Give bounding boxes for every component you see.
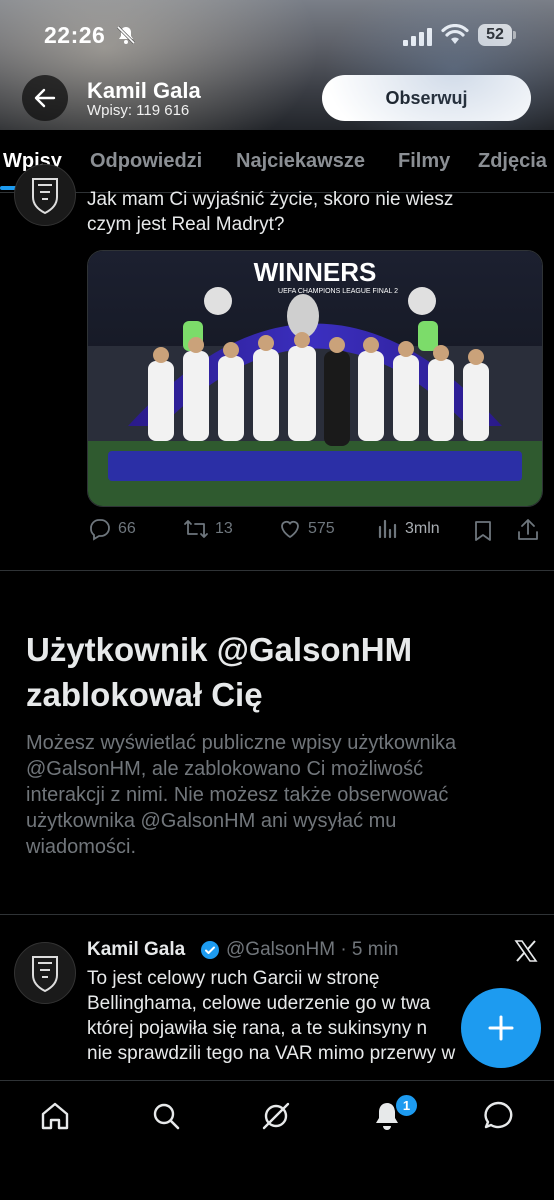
notification-badge: 1 [394, 1093, 419, 1118]
tweet-text-line: Jak mam Ci wyjaśnić życie, skoro nie wie… [87, 189, 454, 210]
battery-tip [513, 31, 516, 39]
wifi-icon [441, 24, 469, 44]
compose-button[interactable] [461, 988, 541, 1068]
tweet-handle-time[interactable]: @GalsonHM · 5 min [226, 939, 398, 961]
status-time: 22:26 [44, 22, 106, 48]
blocked-desc-line: wiadomości. [26, 836, 137, 858]
share-icon[interactable] [516, 517, 540, 543]
champions-celebration-image: WINNERS UEFA CHAMPIONS LEAGUE FINAL 2 [88, 251, 542, 506]
tab-videos[interactable]: Filmy [398, 150, 450, 173]
like-count: 575 [308, 520, 335, 537]
heart-icon [281, 520, 299, 539]
tweet-text: Jak mam Ci wyjaśnić życie, skoro nie wie… [87, 187, 547, 237]
blocked-desc-line: interakcji z nimi. Nie możesz także obse… [26, 784, 449, 806]
blocked-title-line: zablokował Cię [26, 676, 263, 713]
tweet-image[interactable]: WINNERS UEFA CHAMPIONS LEAGUE FINAL 2 [87, 250, 543, 507]
tweet-author-name[interactable]: Kamil Gala [87, 939, 185, 961]
grok-icon[interactable] [259, 1099, 293, 1133]
arrow-left-icon [34, 88, 56, 108]
reply-count: 66 [118, 520, 136, 537]
tweet-text-line: której pojawiła się rana, a te sukinsyny… [87, 1018, 428, 1039]
repost-action[interactable]: 13 [183, 517, 233, 541]
blocked-description: Możesz wyświetlać publiczne wpisy użytko… [26, 730, 526, 860]
profile-tabs: Wpisy Odpowiedzi Najciekawsze Filmy Zdję… [0, 130, 554, 193]
reply-icon [90, 519, 110, 541]
battery-indicator: 52 [478, 24, 512, 46]
avatar-crest-icon [32, 178, 58, 215]
views-chart-icon [378, 519, 397, 539]
image-banner-subtext: UEFA CHAMPIONS LEAGUE FINAL 2 [278, 288, 398, 295]
tweet-text-line: nie sprawdzili tego na VAR mimo przerwy … [87, 1043, 456, 1064]
blocked-title-line: Użytkownik @GalsonHM [26, 631, 413, 668]
messages-icon[interactable] [481, 1099, 515, 1133]
blocked-desc-line: użytkownika @GalsonHM ani wysyłać mu [26, 810, 397, 832]
home-icon[interactable] [38, 1099, 72, 1133]
blocked-desc-line: Możesz wyświetlać publiczne wpisy użytko… [26, 732, 457, 754]
views-count: 3mln [405, 520, 440, 537]
tweet-text-line: To jest celowy ruch Garcii w stronę [87, 968, 380, 989]
posts-count: Wpisy: 119 616 [87, 102, 190, 119]
tab-replies[interactable]: Odpowiedzi [90, 150, 202, 173]
back-button[interactable] [22, 75, 68, 121]
tweet-text-line: Bellinghama, celowe uderzenie go w twa [87, 993, 431, 1014]
tab-photos[interactable]: Zdjęcia [478, 150, 547, 173]
avatar[interactable] [14, 164, 76, 226]
tweet-text-line: czym jest Real Madryt? [87, 214, 285, 235]
follow-button[interactable]: Obserwuj [322, 75, 531, 121]
plus-icon [488, 1015, 514, 1041]
reply-action[interactable]: 66 [88, 517, 136, 541]
repost-icon [184, 520, 208, 538]
divider [0, 914, 554, 915]
blocked-title: Użytkownik @GalsonHM zablokował Cię [26, 627, 526, 717]
like-action[interactable]: 575 [278, 517, 335, 541]
views-action[interactable]: 3mln [377, 517, 440, 541]
divider [0, 570, 554, 571]
avatar[interactable] [14, 942, 76, 1004]
avatar-crest-icon [32, 956, 58, 993]
verified-badge-icon [201, 941, 219, 959]
profile-name: Kamil Gala [87, 78, 201, 103]
cellular-signal-icon [403, 28, 432, 46]
tab-highlights[interactable]: Najciekawsze [236, 150, 365, 173]
tweet-text: To jest celowy ruch Garcii w stronę Bell… [87, 966, 507, 1074]
repost-count: 13 [215, 520, 233, 537]
tweet-actions: 66 13 575 3mln [88, 517, 548, 545]
search-icon[interactable] [149, 1099, 183, 1133]
profile-header-banner: 22:26 52 Kamil Gala Wpisy: 119 616 Obser… [0, 0, 554, 130]
bookmark-icon[interactable] [472, 519, 494, 543]
bell-muted-icon [116, 25, 136, 45]
image-banner-text: WINNERS [254, 257, 377, 287]
x-logo-icon [514, 940, 538, 962]
bottom-navigation [0, 1080, 554, 1200]
blocked-desc-line: @GalsonHM, ale zablokowano Ci możliwość [26, 758, 424, 780]
